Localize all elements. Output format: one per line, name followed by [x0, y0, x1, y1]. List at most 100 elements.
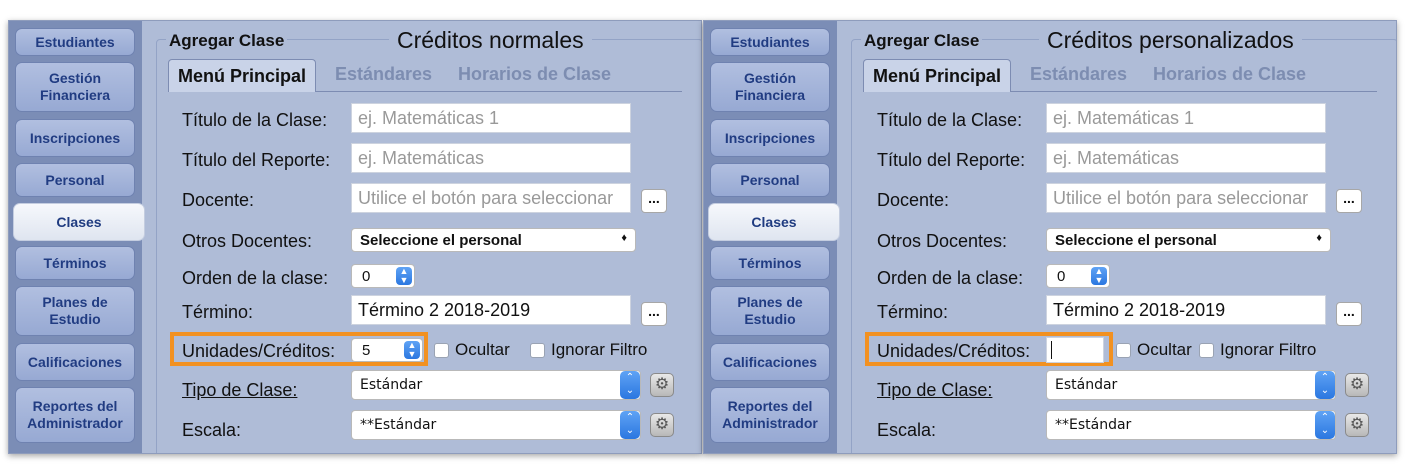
term-label: Término: [182, 302, 254, 322]
class-order-label: Orden de la clase: [877, 268, 1024, 288]
report-title-input[interactable]: ej. Matemáticas [351, 143, 631, 173]
class-title-label: Título de la Clase: [877, 110, 1023, 130]
screenshot-custom-credits: Estudiantes Gestión Financiera Inscripci… [703, 20, 1397, 454]
class-type-value: Estándar [1055, 377, 1118, 393]
report-title-input[interactable]: ej. Matemáticas [1046, 143, 1326, 173]
scale-gear-icon[interactable]: ⚙ [1345, 413, 1369, 437]
sidebar-item-planes-de-estudio[interactable]: Planes de Estudio [710, 286, 830, 336]
hide-label: Ocultar [455, 340, 510, 359]
sidebar-item-planes-de-estudio[interactable]: Planes de Estudio [15, 286, 135, 336]
term-input[interactable]: Término 2 2018-2019 [1046, 295, 1326, 325]
tab-bar: Menú Principal Estándares Horarios de Cl… [168, 59, 682, 92]
units-label: Unidades/Créditos: [182, 341, 336, 361]
sidebar-item-clases[interactable]: Clases [708, 203, 840, 241]
sidebar-item-inscripciones[interactable]: Inscripciones [710, 119, 830, 157]
sidebar-item-gestion-financiera[interactable]: Gestión Financiera [15, 62, 135, 112]
text-cursor [1051, 341, 1052, 359]
sidebar-item-estudiantes[interactable]: Estudiantes [710, 28, 830, 56]
select-teacher-button[interactable]: ... [1336, 189, 1362, 213]
class-type-select[interactable]: Estándar ⌃ ⌄ [351, 370, 641, 400]
class-order-stepper[interactable]: 0 ▲ ▼ [351, 264, 415, 288]
teacher-label: Docente: [182, 190, 255, 210]
tab-horarios-de-clase[interactable]: Horarios de Clase [458, 59, 611, 90]
sidebar-item-personal[interactable]: Personal [15, 163, 135, 197]
select-teacher-button[interactable]: ... [641, 189, 667, 213]
panel-heading: Créditos normales [389, 27, 592, 54]
class-title-input[interactable]: ej. Matemáticas 1 [1046, 103, 1326, 133]
scale-value: **Estándar [360, 417, 437, 433]
tab-estandares[interactable]: Estándares [335, 59, 432, 90]
select-term-button[interactable]: ... [641, 302, 667, 326]
other-teachers-label: Otros Docentes: [877, 231, 1008, 251]
sidebar-item-estudiantes[interactable]: Estudiantes [15, 28, 135, 56]
form-area: Agregar Clase Créditos personalizados Me… [839, 21, 1396, 453]
teacher-input[interactable]: Utilice el botón para seleccionar [1046, 183, 1326, 213]
sidebar-item-terminos[interactable]: Términos [710, 246, 830, 280]
scale-label: Escala: [877, 420, 937, 440]
form-area: Agregar Clase Créditos normales Menú Pri… [144, 21, 701, 453]
group-title: Agregar Clase [166, 31, 288, 51]
teacher-input[interactable]: Utilice el botón para seleccionar [351, 183, 631, 213]
group-title: Agregar Clase [861, 31, 983, 51]
select-arrows-icon: ⌃ ⌄ [1315, 411, 1335, 439]
report-title-label: Título del Reporte: [182, 150, 331, 170]
select-arrows-icon: ⌃ ⌄ [620, 371, 640, 399]
other-teachers-select[interactable]: Seleccione el personal ♦ [1046, 228, 1331, 252]
hide-label: Ocultar [1137, 340, 1192, 359]
term-label: Término: [877, 302, 949, 322]
scale-label: Escala: [182, 420, 242, 440]
class-order-stepper[interactable]: 0 ▲ ▼ [1046, 264, 1110, 288]
sidebar-item-clases[interactable]: Clases [13, 203, 145, 241]
ignore-filter-label: Ignorar Filtro [1220, 340, 1317, 359]
units-value: 5 [362, 341, 371, 359]
class-type-label[interactable]: Tipo de Clase: [182, 380, 297, 401]
tab-horarios-de-clase[interactable]: Horarios de Clase [1153, 59, 1306, 90]
class-title-input[interactable]: ej. Matemáticas 1 [351, 103, 631, 133]
screenshot-normal-credits: Estudiantes Gestión Financiera Inscripci… [8, 20, 702, 454]
panel-heading: Créditos personalizados [1039, 27, 1302, 54]
scale-select[interactable]: **Estándar ⌃ ⌄ [1046, 410, 1336, 440]
report-title-label: Título del Reporte: [877, 150, 1026, 170]
ignore-filter-checkbox[interactable] [1199, 343, 1214, 358]
hide-checkbox[interactable] [1116, 343, 1131, 358]
select-arrows-icon: ⌃ ⌄ [1315, 371, 1335, 399]
other-teachers-label: Otros Docentes: [182, 231, 313, 251]
sidebar-item-calificaciones[interactable]: Calificaciones [710, 343, 830, 381]
sidebar-item-gestion-financiera[interactable]: Gestión Financiera [710, 62, 830, 112]
class-type-label[interactable]: Tipo de Clase: [877, 380, 992, 401]
teacher-label: Docente: [877, 190, 950, 210]
select-arrows-icon: ♦ [621, 232, 627, 244]
other-teachers-select[interactable]: Seleccione el personal ♦ [351, 228, 636, 252]
sidebar: Estudiantes Gestión Financiera Inscripci… [704, 21, 840, 453]
tab-bar: Menú Principal Estándares Horarios de Cl… [863, 59, 1377, 92]
other-teachers-value: Seleccione el personal [1055, 231, 1217, 249]
sidebar-item-inscripciones[interactable]: Inscripciones [15, 119, 135, 157]
tab-menu-principal[interactable]: Menú Principal [863, 59, 1012, 92]
class-type-select[interactable]: Estándar ⌃ ⌄ [1046, 370, 1336, 400]
ignore-filter-label: Ignorar Filtro [551, 340, 648, 359]
tab-menu-principal[interactable]: Menú Principal [168, 59, 317, 92]
select-term-button[interactable]: ... [1336, 302, 1362, 326]
stepper-arrows-icon[interactable]: ▲ ▼ [396, 267, 412, 285]
hide-checkbox[interactable] [434, 343, 449, 358]
sidebar: Estudiantes Gestión Financiera Inscripci… [9, 21, 145, 453]
stepper-arrows-icon[interactable]: ▲ ▼ [404, 341, 420, 359]
class-type-gear-icon[interactable]: ⚙ [650, 373, 674, 397]
scale-select[interactable]: **Estándar ⌃ ⌄ [351, 410, 641, 440]
select-arrows-icon: ♦ [1316, 232, 1322, 244]
class-type-gear-icon[interactable]: ⚙ [1345, 373, 1369, 397]
sidebar-item-calificaciones[interactable]: Calificaciones [15, 343, 135, 381]
sidebar-item-terminos[interactable]: Términos [15, 246, 135, 280]
scale-gear-icon[interactable]: ⚙ [650, 413, 674, 437]
ignore-filter-checkbox[interactable] [530, 343, 545, 358]
term-input[interactable]: Término 2 2018-2019 [351, 295, 631, 325]
class-type-value: Estándar [360, 377, 423, 393]
sidebar-item-reportes-del-administrador[interactable]: Reportes del Administrador [15, 387, 135, 443]
units-text-input[interactable] [1046, 337, 1104, 363]
scale-value: **Estándar [1055, 417, 1132, 433]
stepper-arrows-icon[interactable]: ▲ ▼ [1091, 267, 1107, 285]
units-stepper[interactable]: 5 ▲ ▼ [351, 338, 423, 362]
sidebar-item-reportes-del-administrador[interactable]: Reportes del Administrador [710, 387, 830, 443]
tab-estandares[interactable]: Estándares [1030, 59, 1127, 90]
sidebar-item-personal[interactable]: Personal [710, 163, 830, 197]
